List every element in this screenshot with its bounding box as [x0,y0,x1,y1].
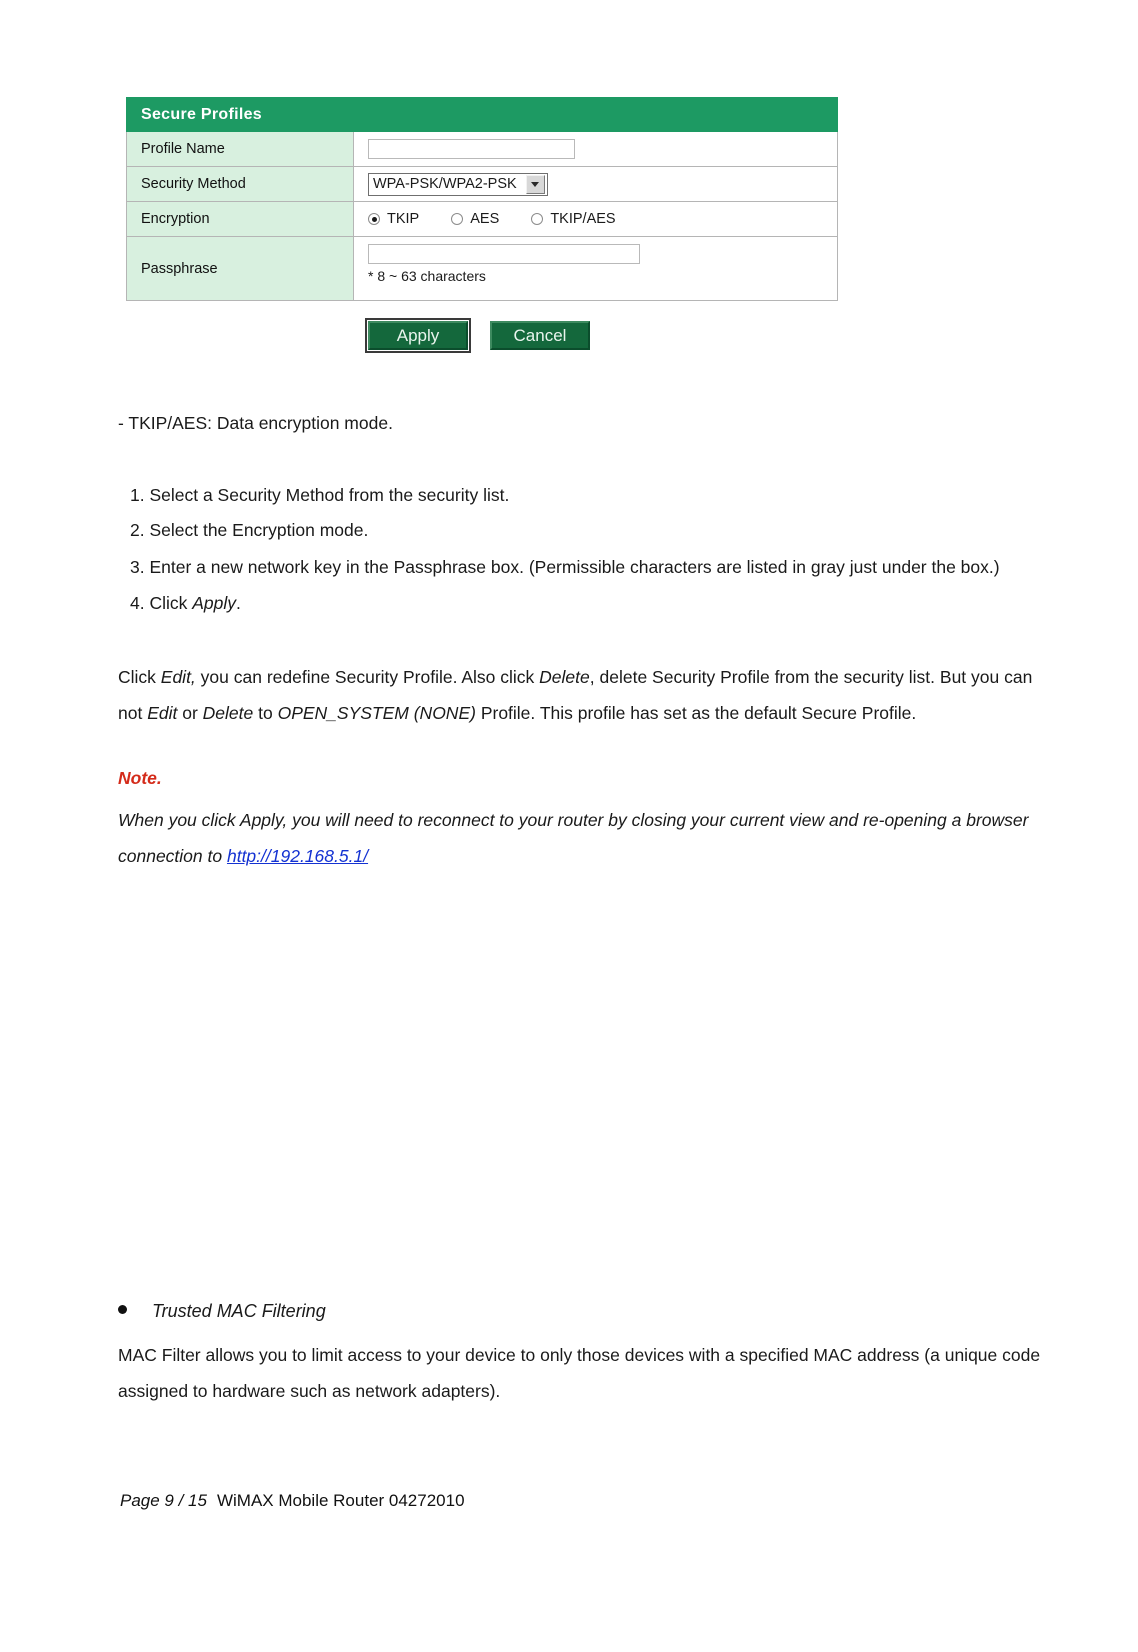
dash-note-tkip-aes: - TKIP/AES: Data encryption mode. [118,413,393,433]
bullet-icon-trusted-mac [118,1305,127,1314]
step-item-2: 2. Select the Encryption mode. [130,520,369,540]
edit-para-em1: Edit, [160,667,196,687]
router-url-link[interactable]: http://192.168.5.1/ [227,846,368,866]
radio-label-aes: AES [470,211,500,228]
edit-para-seg4: or [177,703,203,723]
panel-title: Secure Profiles [126,97,838,132]
radio-icon-aes[interactable] [451,213,464,226]
edit-para-seg5: to [253,703,278,723]
form-button-row: Apply Cancel [365,318,590,353]
radio-label-tkip-aes: TKIP/AES [550,211,616,228]
edit-delete-paragraph: Click Edit, you can redefine Security Pr… [118,659,1048,731]
step4-suffix: . [236,593,241,613]
radio-icon-tkip-aes[interactable] [531,213,544,226]
edit-para-seg6: Profile. This profile has set as the def… [475,703,917,723]
table-row-passphrase: Passphrase * 8 ~ 63 characters [126,236,838,301]
secure-profiles-table: Secure Profiles Profile Name Security Me… [126,97,838,301]
note-heading: Note. [118,768,162,788]
secure-profiles-panel: Secure Profiles Profile Name Security Me… [126,97,838,301]
edit-para-seg1: Click [118,667,161,687]
profile-name-input[interactable] [368,139,575,159]
apply-button[interactable]: Apply [365,318,471,353]
panel-header-row: Secure Profiles [126,97,838,132]
radio-option-tkip-aes[interactable]: TKIP/AES [531,211,616,228]
radio-option-tkip[interactable]: TKIP [368,211,419,227]
cell-profile-name-value [353,131,838,167]
edit-para-em2: Delete [539,667,590,687]
label-encryption: Encryption [126,201,354,237]
label-security-method: Security Method [126,166,354,202]
step-item-1: 1. Select a Security Method from the sec… [130,485,510,505]
footer-document-id: WiMAX Mobile Router 04272010 [216,1491,465,1510]
step-item-3: 3. Enter a new network key in the Passph… [130,557,1000,577]
section-heading-trusted-mac-filtering: Trusted MAC Filtering [152,1301,326,1321]
passphrase-hint: * 8 ~ 63 characters [368,268,486,284]
cancel-button[interactable]: Cancel [490,321,590,350]
encryption-radio-group: TKIP AES TKIP/AES [368,211,644,227]
radio-option-aes[interactable]: AES [451,211,499,227]
edit-para-seg2: you can redefine Security Profile. Also … [195,667,540,687]
chevron-down-icon[interactable] [525,174,545,194]
label-profile-name: Profile Name [126,131,354,167]
step4-apply-emphasis: Apply [192,593,237,613]
footer-page-number: Page 9 / 15 [120,1491,207,1510]
passphrase-input[interactable] [368,244,640,264]
note-paragraph: When you click Apply, you will need to r… [118,802,1048,874]
radio-label-tkip: TKIP [387,211,420,228]
label-passphrase: Passphrase [126,236,354,301]
step4-prefix: 4. Click [130,593,193,613]
cell-passphrase-value: * 8 ~ 63 characters [353,236,838,301]
edit-para-em3: Edit [147,703,178,723]
table-row-encryption: Encryption TKIP AES TKIP/AES [126,201,838,237]
cell-encryption-value: TKIP AES TKIP/AES [353,201,838,237]
table-row-security-method: Security Method WPA-PSK/WPA2-PSK [126,166,838,202]
step-item-4: 4. Click Apply. [130,593,241,614]
radio-icon-tkip[interactable] [368,213,380,226]
edit-para-em5: OPEN_SYSTEM (NONE) [277,703,476,723]
page-footer: Page 9 / 15 WiMAX Mobile Router 04272010 [120,1491,465,1511]
cell-security-method-value: WPA-PSK/WPA2-PSK [353,166,838,202]
table-row-profile-name: Profile Name [126,131,838,167]
security-method-select[interactable]: WPA-PSK/WPA2-PSK [368,172,548,196]
edit-para-em4: Delete [202,703,254,723]
security-method-selected-value: WPA-PSK/WPA2-PSK [373,175,517,192]
mac-filter-paragraph: MAC Filter allows you to limit access to… [118,1345,1041,1401]
